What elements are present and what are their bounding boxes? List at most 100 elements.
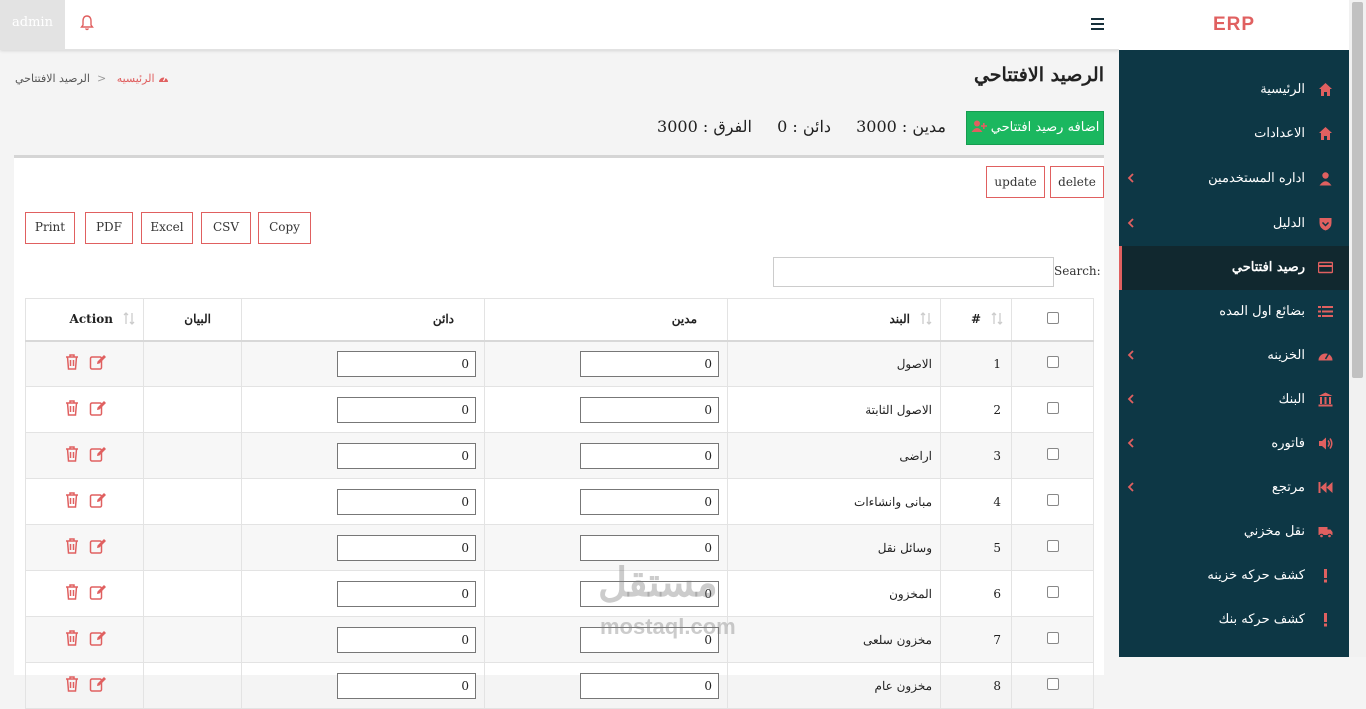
cell-item: المخزون xyxy=(727,570,941,617)
breadcrumb: الرئيسيه < الرصيد الافتتاحي xyxy=(15,72,169,85)
cell-statement xyxy=(143,570,242,617)
trash-icon[interactable] xyxy=(63,675,81,693)
debit-input[interactable]: 0 xyxy=(580,396,719,423)
credit-input[interactable]: 0 xyxy=(337,580,476,607)
debit-input[interactable]: 0 xyxy=(580,534,719,561)
breadcrumb-home-label: الرئيسيه xyxy=(116,72,155,85)
sidebar-item-11[interactable]: نقل مخزني xyxy=(1119,510,1349,554)
bell-icon[interactable] xyxy=(79,14,95,32)
row-checkbox[interactable] xyxy=(1046,356,1059,369)
trash-icon[interactable] xyxy=(63,583,81,601)
search-input[interactable] xyxy=(773,257,1054,287)
opening-balance-table: Action البيان دائن مدين البند # 0 0 الاصول… xyxy=(25,298,1094,709)
export-pdf-button[interactable]: PDF xyxy=(85,212,133,244)
column-header-credit[interactable]: دائن xyxy=(241,298,485,342)
cell-number: 5 xyxy=(940,524,1012,571)
sidebar-item-13[interactable]: كشف حركه بنك xyxy=(1119,598,1349,642)
row-checkbox[interactable] xyxy=(1046,402,1059,414)
menu-toggle-icon[interactable] xyxy=(1091,18,1104,30)
sidebar-item-9[interactable]: فاتوره xyxy=(1119,422,1349,466)
sidebar-item-4[interactable]: الدليل xyxy=(1119,202,1349,246)
credit-input[interactable]: 0 xyxy=(337,534,476,561)
export-copy-button[interactable]: Copy xyxy=(258,212,311,244)
sidebar-item-7[interactable]: الخزينه xyxy=(1119,334,1349,378)
row-checkbox[interactable] xyxy=(1046,494,1059,506)
row-checkbox[interactable] xyxy=(1046,632,1059,644)
breadcrumb-separator: < xyxy=(96,72,107,85)
user-menu[interactable]: admin xyxy=(0,0,65,50)
trash-icon[interactable] xyxy=(63,537,81,555)
debit-input[interactable]: 0 xyxy=(580,442,719,469)
sidebar-item-1[interactable]: الرئيسية xyxy=(1119,68,1349,112)
sidebar-item-5[interactable]: رصيد افتتاحي xyxy=(1119,246,1349,290)
trash-icon[interactable] xyxy=(63,491,81,509)
gauge-icon xyxy=(1318,353,1333,361)
export-csv-button[interactable]: CSV xyxy=(201,212,251,244)
debit-input[interactable]: 0 xyxy=(580,488,719,515)
sidebar-item-label: كشف حركه خزينه xyxy=(1207,568,1305,583)
cell-item: اراضى xyxy=(727,432,941,479)
cell-debit: 0 xyxy=(484,432,728,479)
credit-input[interactable]: 0 xyxy=(337,626,476,653)
trash-icon[interactable] xyxy=(63,399,81,417)
add-button-label: اضافه رصيد افتتاحي xyxy=(990,120,1100,135)
edit-icon[interactable] xyxy=(89,399,107,417)
credit-input[interactable]: 0 xyxy=(337,488,476,515)
column-header-number[interactable]: # xyxy=(940,298,1012,342)
sidebar-item-label: بضائع اول المده xyxy=(1219,304,1305,319)
exclamation-icon xyxy=(1324,569,1327,583)
export-print-button[interactable]: Print xyxy=(25,212,75,244)
main-content: الرصيد الافتتاحي الرئيسيه < الرصيد الافتت… xyxy=(0,51,1119,709)
credit-input[interactable]: 0 xyxy=(337,442,476,469)
delete-button[interactable]: delete xyxy=(1050,166,1104,198)
sidebar-item-2[interactable]: الاعدادات xyxy=(1119,112,1349,156)
sidebar-item-8[interactable]: البنك xyxy=(1119,378,1349,422)
column-header-statement[interactable]: البيان xyxy=(143,298,242,342)
sort-icon xyxy=(920,312,932,325)
table-row: 0 0 مخزون عام 8 xyxy=(25,662,1094,709)
scrollbar-thumb[interactable] xyxy=(1352,2,1363,378)
trash-icon[interactable] xyxy=(63,445,81,463)
trash-icon[interactable] xyxy=(63,629,81,647)
edit-icon[interactable] xyxy=(89,537,107,555)
cell-credit: 0 xyxy=(241,386,485,433)
add-opening-balance-button[interactable]: اضافه رصيد افتتاحي xyxy=(966,111,1104,145)
edit-icon[interactable] xyxy=(89,629,107,647)
column-header-debit[interactable]: مدين xyxy=(484,298,728,342)
update-button[interactable]: update xyxy=(986,166,1045,198)
brand-logo[interactable]: ERP xyxy=(1119,0,1349,50)
row-checkbox[interactable] xyxy=(1046,448,1059,460)
edit-icon[interactable] xyxy=(89,445,107,463)
cell-credit: 0 xyxy=(241,478,485,525)
cell-number: 6 xyxy=(940,570,1012,617)
column-header-action[interactable]: Action xyxy=(25,298,144,342)
row-checkbox[interactable] xyxy=(1046,586,1059,598)
sidebar-item-6[interactable]: بضائع اول المده xyxy=(1119,290,1349,334)
breadcrumb-home[interactable]: الرئيسيه xyxy=(113,72,169,85)
debit-input[interactable]: 0 xyxy=(580,350,719,377)
credit-input[interactable]: 0 xyxy=(337,350,476,377)
sidebar-item-3[interactable]: اداره المستخدمين xyxy=(1119,157,1349,201)
credit-input[interactable]: 0 xyxy=(337,672,476,699)
chevron-left-icon xyxy=(1127,438,1134,448)
cell-number: 7 xyxy=(940,616,1012,663)
sidebar: ERP الرئيسية الاعدادات اداره المستخدمين الد… xyxy=(1119,0,1349,657)
chevron-left-icon xyxy=(1127,482,1134,492)
page-scrollbar[interactable] xyxy=(1349,0,1366,657)
edit-icon[interactable] xyxy=(89,675,107,693)
top-navbar: admin xyxy=(0,0,1119,50)
cell-item: مخزون سلعى xyxy=(727,616,941,663)
edit-icon[interactable] xyxy=(89,353,107,371)
sidebar-item-10[interactable]: مرتجع xyxy=(1119,466,1349,510)
debit-input[interactable]: 0 xyxy=(580,672,719,699)
row-checkbox[interactable] xyxy=(1046,678,1059,690)
edit-icon[interactable] xyxy=(89,583,107,601)
sidebar-item-12[interactable]: كشف حركه خزينه xyxy=(1119,554,1349,598)
edit-icon[interactable] xyxy=(89,491,107,509)
select-all-checkbox[interactable] xyxy=(1046,311,1059,324)
column-header-item[interactable]: البند xyxy=(727,298,941,342)
credit-input[interactable]: 0 xyxy=(337,396,476,423)
trash-icon[interactable] xyxy=(63,353,81,371)
row-checkbox[interactable] xyxy=(1046,540,1059,552)
export-excel-button[interactable]: Excel xyxy=(141,212,193,244)
